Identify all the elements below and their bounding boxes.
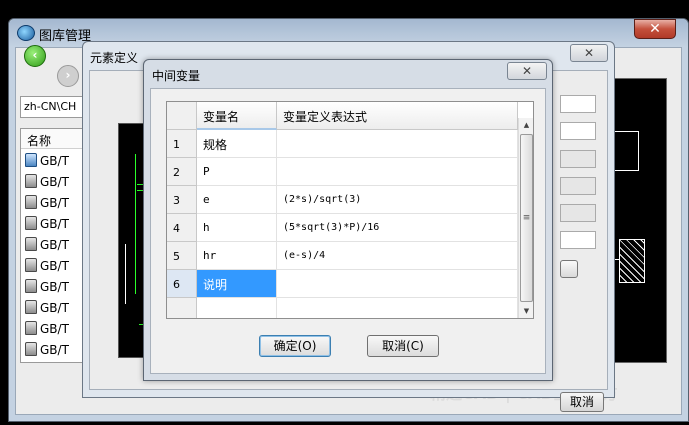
new-row-expression-cell[interactable]: [277, 298, 518, 318]
tree-item[interactable]: GB/T: [25, 236, 85, 257]
bolt-icon: [25, 237, 37, 251]
expression-cell[interactable]: [277, 130, 518, 158]
bolt-icon: [25, 195, 37, 209]
back-arrow-icon[interactable]: ‹: [24, 45, 46, 67]
tree-item[interactable]: GB/T: [25, 278, 85, 299]
variable-name-cell[interactable]: P: [197, 158, 277, 186]
variable-name-cell-selected[interactable]: 说明: [197, 270, 277, 298]
bolt-icon: [25, 216, 37, 230]
row-header[interactable]: 1: [167, 130, 197, 158]
tree-item[interactable]: GB/T: [25, 194, 85, 215]
tree-item[interactable]: GB/T: [25, 320, 85, 341]
close-button[interactable]: ✕: [507, 62, 547, 80]
expression-cell[interactable]: (2*s)/sqrt(3): [277, 186, 518, 214]
tree-item[interactable]: GB/T: [25, 341, 85, 362]
variables-grid[interactable]: 变量名 变量定义表达式 1 规格 2 P 3 e (2*s)/sqrt(3) 4…: [166, 101, 534, 319]
variable-name-cell[interactable]: h: [197, 214, 277, 242]
tree-item[interactable]: GB/T: [25, 173, 85, 194]
bolt-icon: [25, 300, 37, 314]
expression-cell[interactable]: (5*sqrt(3)*P)/16: [277, 214, 518, 242]
scroll-up-arrow-icon[interactable]: ▲: [519, 118, 533, 132]
scroll-thumb[interactable]: ≡: [520, 134, 533, 302]
close-button[interactable]: ✕: [570, 44, 608, 62]
column-header-expression[interactable]: 变量定义表达式: [277, 102, 518, 130]
column-header-variable-name[interactable]: 变量名: [197, 102, 277, 130]
bolt-icon: [25, 174, 37, 188]
row-header[interactable]: 5: [167, 242, 197, 270]
bolt-icon: [25, 153, 37, 167]
forward-arrow-icon[interactable]: ›: [57, 65, 79, 87]
dialog-title: 中间变量: [152, 69, 201, 83]
element-field[interactable]: [560, 204, 596, 222]
grid-corner[interactable]: [167, 102, 197, 130]
cad-preview-right: [610, 78, 667, 363]
element-field[interactable]: [560, 95, 596, 113]
scroll-down-arrow-icon[interactable]: ▼: [519, 304, 533, 318]
new-row-name-cell[interactable]: [197, 298, 277, 318]
variable-name-cell[interactable]: e: [197, 186, 277, 214]
tree-item[interactable]: GB/T: [25, 257, 85, 278]
element-field[interactable]: [560, 122, 596, 140]
element-field[interactable]: [560, 150, 596, 168]
bolt-icon: [25, 321, 37, 335]
row-header[interactable]: 3: [167, 186, 197, 214]
bolt-icon: [25, 342, 37, 356]
element-cancel-button[interactable]: 取消: [560, 392, 604, 412]
new-row-header[interactable]: [167, 298, 197, 318]
window-title: 图库管理: [39, 29, 92, 44]
variable-name-cell[interactable]: 规格: [197, 130, 277, 158]
bolt-icon: [25, 279, 37, 293]
element-field[interactable]: [560, 177, 596, 195]
close-button[interactable]: ✕: [634, 19, 676, 39]
app-icon: [17, 25, 35, 41]
bolt-icon: [25, 258, 37, 272]
tree-header-name[interactable]: 名称: [21, 129, 84, 149]
cad-hatch: [619, 239, 645, 283]
row-header[interactable]: 6: [167, 270, 197, 298]
variable-name-cell[interactable]: hr: [197, 242, 277, 270]
ok-button[interactable]: 确定(O): [259, 335, 331, 357]
cancel-button[interactable]: 取消(C): [367, 335, 439, 357]
window-title: 元素定义: [90, 51, 139, 65]
dialog-body: 变量名 变量定义表达式 1 规格 2 P 3 e (2*s)/sqrt(3) 4…: [150, 88, 546, 374]
intermediate-variables-dialog: 中间变量 ✕ 变量名 变量定义表达式 1 规格 2 P 3 e (2*s)/sq…: [143, 59, 553, 381]
cad-shape: [611, 131, 639, 171]
cad-line: [125, 244, 126, 304]
tree-item[interactable]: GB/T: [25, 215, 85, 236]
tree-item[interactable]: GB/T: [25, 299, 85, 320]
library-tree[interactable]: 名称 GB/T GB/T GB/T GB/T GB/T GB/T GB/T GB…: [20, 128, 85, 363]
vertical-scrollbar[interactable]: ▲ ≡ ▼: [518, 118, 533, 318]
row-header[interactable]: 4: [167, 214, 197, 242]
tree-item[interactable]: GB/T: [25, 152, 85, 173]
element-field[interactable]: [560, 231, 596, 249]
path-field[interactable]: zh-CN\CH: [20, 96, 85, 118]
element-side-button[interactable]: [560, 260, 578, 278]
expression-cell[interactable]: (e-s)/4: [277, 242, 518, 270]
expression-cell[interactable]: [277, 270, 518, 298]
cad-line: [135, 154, 136, 294]
row-header[interactable]: 2: [167, 158, 197, 186]
expression-cell[interactable]: [277, 158, 518, 186]
